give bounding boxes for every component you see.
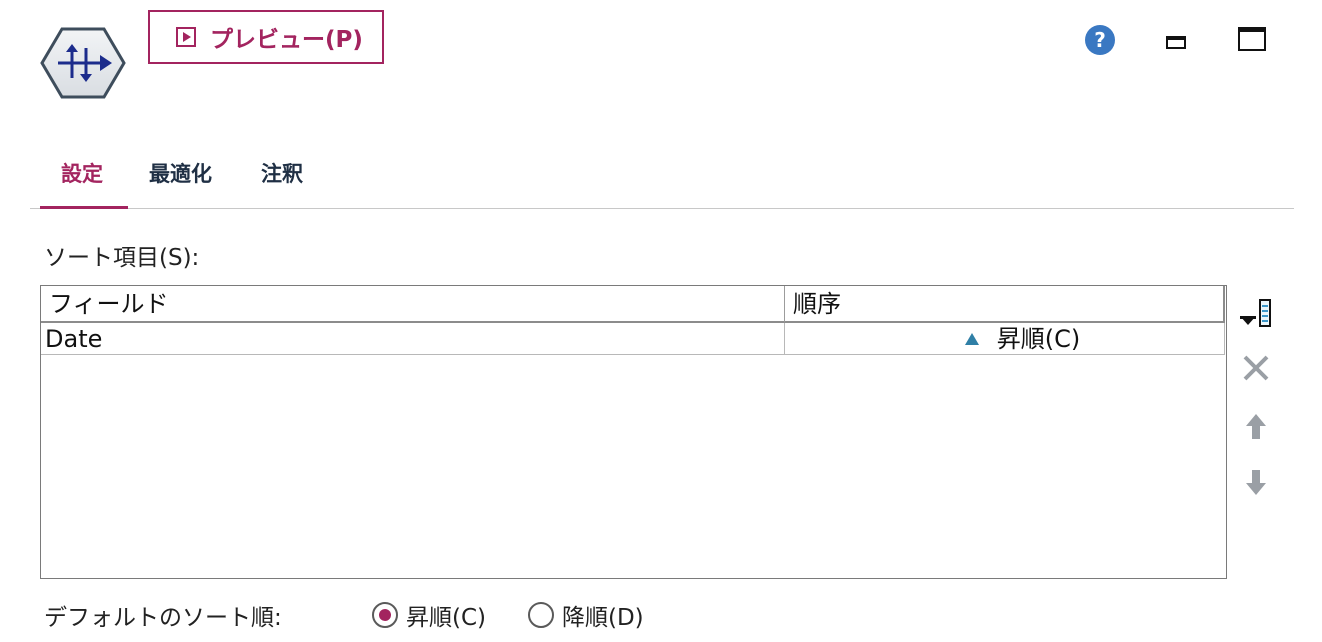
table-cell-order[interactable]: 昇順(C) [785, 323, 1225, 355]
column-header-order[interactable]: 順序 [785, 286, 1225, 323]
tab-settings[interactable]: 設定 [61, 158, 103, 188]
help-icon[interactable]: ? [1084, 24, 1116, 56]
move-up-icon[interactable] [1238, 410, 1274, 442]
add-field-icon[interactable] [1238, 298, 1274, 330]
sort-node-icon [40, 27, 126, 99]
radio-descending-button[interactable] [528, 602, 554, 628]
tab-annotations[interactable]: 注釈 [261, 158, 303, 188]
radio-ascending-button[interactable] [372, 602, 398, 628]
preview-button[interactable]: プレビュー(P) [148, 10, 384, 64]
move-down-icon[interactable] [1238, 466, 1274, 498]
minimize-icon[interactable] [1166, 34, 1186, 50]
svg-text:?: ? [1094, 28, 1106, 52]
sort-fields-table[interactable]: フィールド 順序 Date 昇順(C) [40, 285, 1227, 579]
table-cell-field[interactable]: Date [41, 323, 785, 355]
radio-descending-label: 降順(D) [562, 605, 644, 631]
default-sort-order-label: デフォルトのソート順: [44, 605, 282, 631]
preview-button-label: プレビュー(P) [210, 27, 363, 53]
radio-ascending-label: 昇順(C) [406, 605, 487, 631]
tab-optimization[interactable]: 最適化 [149, 158, 212, 188]
radio-ascending[interactable]: 昇順(C) [372, 598, 486, 632]
order-value: 昇順(C) [996, 324, 1081, 353]
radio-descending[interactable]: 降順(D) [528, 598, 644, 632]
ascending-icon [964, 332, 979, 345]
delete-icon[interactable] [1238, 352, 1274, 384]
sort-fields-label: ソート項目(S): [44, 245, 200, 271]
maximize-icon[interactable] [1238, 27, 1266, 51]
active-tab-indicator [40, 206, 128, 209]
column-header-field[interactable]: フィールド [41, 286, 785, 323]
tab-divider [30, 208, 1294, 209]
play-icon [176, 27, 196, 47]
